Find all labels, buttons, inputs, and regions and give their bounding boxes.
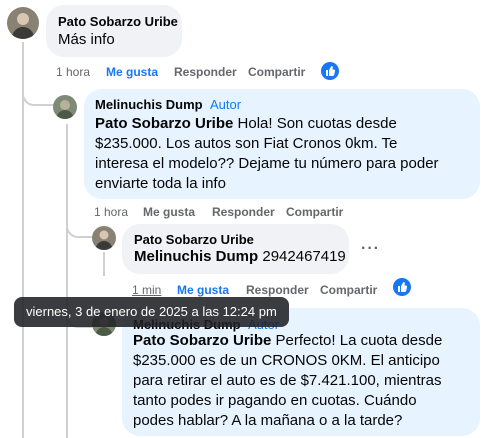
comment-text-line: para retirar el auto es de $7.421.100, m… (133, 372, 442, 389)
reply-button[interactable]: Responder (174, 65, 237, 79)
mention-link[interactable]: Pato Sobarzo Uribe (133, 332, 271, 349)
comment-timestamp[interactable]: 1 hora (56, 65, 90, 79)
comment-text: Más info (58, 31, 115, 48)
comment-text-line: $235.000 es de un CRONOS 0KM. El anticip… (133, 352, 440, 369)
comment-timestamp[interactable]: 1 hora (94, 205, 128, 219)
thread-connector (22, 80, 54, 106)
mention-link[interactable]: Pato Sobarzo Uribe (95, 115, 233, 132)
reply-button[interactable]: Responder (246, 283, 309, 297)
author-badge: Autor (210, 97, 242, 112)
avatar[interactable] (92, 226, 116, 250)
timestamp-tooltip: viernes, 3 de enero de 2025 a las 12:24 … (14, 297, 289, 327)
thread-connector (66, 220, 92, 238)
comment-text-line: enviarte toda la info (95, 175, 226, 192)
reply-button[interactable]: Responder (212, 205, 275, 219)
avatar[interactable] (7, 7, 39, 39)
comment-author[interactable]: Melinuchis Dump (95, 97, 203, 112)
share-button[interactable]: Compartir (320, 283, 377, 297)
comment-text-line: podes hablar? A la mañana o a la tarde? (133, 412, 403, 429)
thread-line-reply (103, 252, 105, 276)
like-button[interactable]: Me gusta (106, 65, 158, 79)
comment-text: Pato Sobarzo Uribe Perfecto! La cuota de… (133, 332, 443, 349)
more-options-icon[interactable]: ··· (361, 240, 380, 258)
like-button[interactable]: Me gusta (177, 283, 229, 297)
share-button[interactable]: Compartir (286, 205, 343, 219)
comment-text-line: interesa el modelo?? Dejame tu número pa… (95, 155, 439, 172)
thumbs-up-icon[interactable] (393, 278, 411, 296)
comment-author[interactable]: Pato Sobarzo Uribe (134, 232, 254, 247)
comment-text: Melinuchis Dump 2942467419 (134, 248, 346, 265)
comment-text-line: $235.000. Los autos son Fiat Cronos 0km.… (95, 135, 398, 152)
avatar[interactable] (53, 95, 77, 119)
comment-text-line: tanto podes ir pagando en cuotas. Cuándo (133, 392, 417, 409)
comment-author[interactable]: Pato Sobarzo Uribe (58, 14, 178, 29)
like-button[interactable]: Me gusta (143, 205, 195, 219)
share-button[interactable]: Compartir (248, 65, 305, 79)
comment-text: Pato Sobarzo Uribe Hola! Son cuotas desd… (95, 115, 397, 132)
thread-line-nested (66, 124, 68, 438)
thumbs-up-icon[interactable] (321, 62, 339, 80)
comment-timestamp[interactable]: 1 min (132, 283, 161, 297)
mention-link[interactable]: Melinuchis Dump (134, 248, 258, 265)
